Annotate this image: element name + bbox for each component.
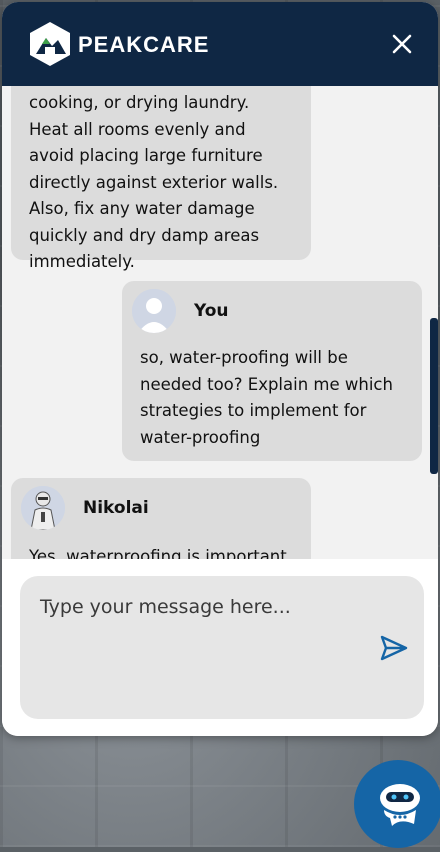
bot-message: Nikolai Yes, waterproofing is important [11, 478, 311, 559]
message-text: so, water-proofing will be needed too? E… [140, 348, 393, 447]
message-list[interactable]: cooking, or drying laundry. Heat all roo… [2, 86, 438, 559]
composer [2, 559, 438, 736]
message-text: cooking, or drying laundry. Heat all roo… [29, 93, 279, 271]
chat-launcher-button[interactable] [354, 760, 440, 848]
send-icon[interactable] [378, 632, 410, 664]
close-icon[interactable] [390, 32, 414, 56]
user-avatar [132, 289, 176, 333]
message-text: Yes, waterproofing is important [29, 547, 287, 559]
peakcare-logo-icon [30, 22, 70, 66]
message-input-box [20, 576, 424, 719]
scrollbar[interactable] [430, 318, 438, 474]
message-input[interactable] [38, 594, 372, 698]
chatbot-icon [380, 784, 420, 826]
message-header: Nikolai [11, 478, 311, 538]
user-message: You so, water-proofing will be needed to… [122, 281, 422, 461]
bot-message: cooking, or drying laundry. Heat all roo… [11, 86, 311, 271]
bot-avatar [21, 486, 65, 530]
chat-header: PEAKCARE [2, 2, 438, 86]
brand-name: PEAKCARE [78, 32, 210, 57]
message-header: You [122, 281, 422, 341]
chat-widget: PEAKCARE cooking, or drying laundry. Hea… [2, 2, 438, 736]
sender-name: Nikolai [83, 497, 149, 518]
sender-name: You [194, 300, 229, 321]
